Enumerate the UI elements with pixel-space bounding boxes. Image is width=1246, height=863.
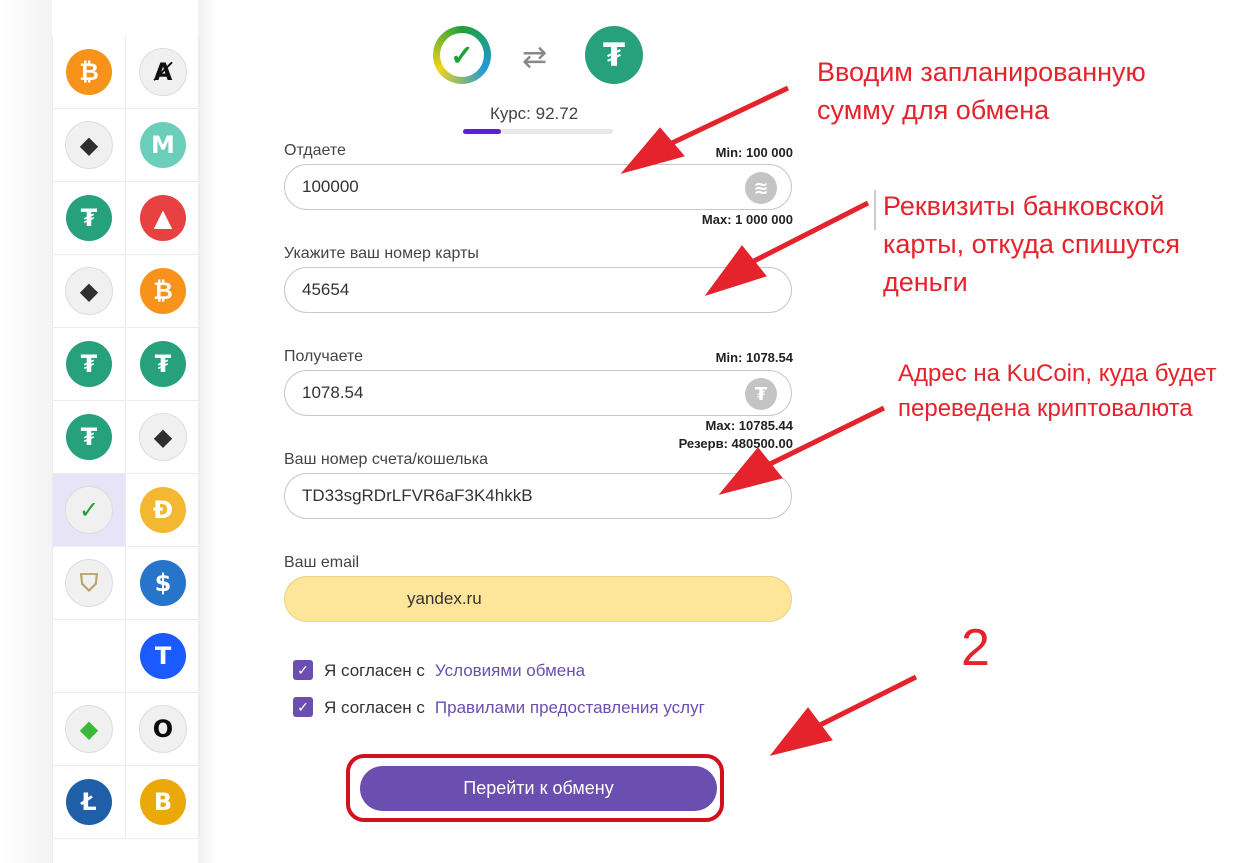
- arrow-card: [704, 200, 870, 296]
- arrow-amount: [620, 85, 790, 174]
- arrow-step: [769, 674, 918, 756]
- arrow-wallet: [718, 405, 886, 495]
- annotation-arrows: [620, 85, 918, 756]
